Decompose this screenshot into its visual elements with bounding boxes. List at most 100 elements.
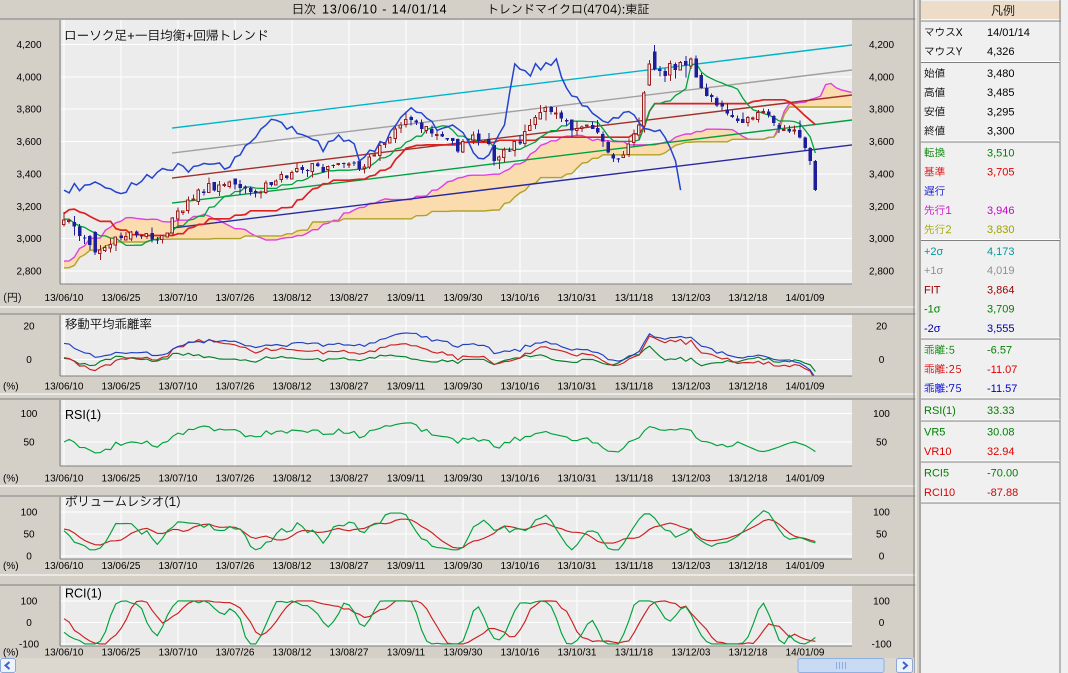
svg-text:100: 100 xyxy=(21,409,38,420)
svg-text:100: 100 xyxy=(873,508,890,519)
svg-text:13/07/26: 13/07/26 xyxy=(216,293,255,304)
svg-text:13/07/26: 13/07/26 xyxy=(216,561,255,572)
svg-text:13/08/27: 13/08/27 xyxy=(330,474,369,485)
svg-text:-11.57: -11.57 xyxy=(987,383,1017,395)
svg-text:13/10/16: 13/10/16 xyxy=(501,293,540,304)
svg-text:13/10/31: 13/10/31 xyxy=(558,474,597,485)
svg-text:FIT: FIT xyxy=(924,284,941,296)
svg-text:3,400: 3,400 xyxy=(869,169,894,180)
svg-text:4,000: 4,000 xyxy=(16,72,41,83)
svg-text:+2σ: +2σ xyxy=(924,246,944,258)
svg-text:13/11/18: 13/11/18 xyxy=(615,293,654,304)
svg-text:3,510: 3,510 xyxy=(987,147,1015,159)
svg-text:13/08/27: 13/08/27 xyxy=(330,648,369,659)
svg-text:13/07/10: 13/07/10 xyxy=(159,561,198,572)
svg-text:13/09/11: 13/09/11 xyxy=(387,648,426,659)
svg-text:33.33: 33.33 xyxy=(987,405,1015,417)
svg-text:3,709: 3,709 xyxy=(987,304,1015,316)
svg-text:13/10/31: 13/10/31 xyxy=(558,561,597,572)
svg-text:0: 0 xyxy=(26,618,32,629)
svg-text:13/07/10: 13/07/10 xyxy=(159,648,198,659)
svg-text:3,864: 3,864 xyxy=(987,284,1015,296)
svg-text:50: 50 xyxy=(23,437,35,448)
svg-text:RCI5: RCI5 xyxy=(924,468,949,480)
svg-text:13/09/30: 13/09/30 xyxy=(444,474,483,485)
svg-text:13/07/26: 13/07/26 xyxy=(216,648,255,659)
svg-text:14/01/14: 14/01/14 xyxy=(987,27,1030,39)
svg-text:0: 0 xyxy=(26,355,32,366)
svg-text:13/08/12: 13/08/12 xyxy=(273,293,312,304)
svg-text:13/11/18: 13/11/18 xyxy=(615,382,654,393)
svg-text:3,000: 3,000 xyxy=(869,234,894,245)
svg-text:13/09/30: 13/09/30 xyxy=(444,293,483,304)
svg-text:13/07/10: 13/07/10 xyxy=(159,293,198,304)
svg-text:13/10/16: 13/10/16 xyxy=(501,648,540,659)
svg-text:13/06/25: 13/06/25 xyxy=(102,561,141,572)
svg-text:14/01/09: 14/01/09 xyxy=(786,474,825,485)
svg-text:3,400: 3,400 xyxy=(16,169,41,180)
svg-text:13/10/31: 13/10/31 xyxy=(558,293,597,304)
svg-text:13/11/18: 13/11/18 xyxy=(615,648,654,659)
svg-text:4,200: 4,200 xyxy=(16,40,41,51)
svg-text:13/09/11: 13/09/11 xyxy=(387,382,426,393)
svg-text:VR5: VR5 xyxy=(924,427,945,439)
svg-text:20: 20 xyxy=(23,322,35,333)
svg-text:100: 100 xyxy=(21,508,38,519)
svg-text:30.08: 30.08 xyxy=(987,427,1015,439)
svg-text:100: 100 xyxy=(873,596,890,607)
svg-text:3,295: 3,295 xyxy=(987,106,1015,118)
svg-text:50: 50 xyxy=(23,530,35,541)
svg-text:13/12/03: 13/12/03 xyxy=(672,561,711,572)
svg-text:13/06/25: 13/06/25 xyxy=(102,382,141,393)
svg-text:3,300: 3,300 xyxy=(987,126,1015,138)
svg-text:4,200: 4,200 xyxy=(869,40,894,51)
svg-text:13/08/12: 13/08/12 xyxy=(273,382,312,393)
svg-text:13/09/30: 13/09/30 xyxy=(444,561,483,572)
svg-text:3,830: 3,830 xyxy=(987,224,1015,236)
svg-text:13/08/27: 13/08/27 xyxy=(330,382,369,393)
svg-text:3,600: 3,600 xyxy=(869,137,894,148)
svg-text:4,173: 4,173 xyxy=(987,246,1015,258)
svg-text:13/12/03: 13/12/03 xyxy=(672,648,711,659)
svg-text:3,200: 3,200 xyxy=(869,202,894,213)
svg-text:13/12/03: 13/12/03 xyxy=(672,474,711,485)
svg-text:13/12/03: 13/12/03 xyxy=(672,293,711,304)
svg-text:13/07/26: 13/07/26 xyxy=(216,382,255,393)
svg-text:14/01/09: 14/01/09 xyxy=(786,382,825,393)
svg-text:13/09/11: 13/09/11 xyxy=(387,474,426,485)
svg-text:3,200: 3,200 xyxy=(16,202,41,213)
svg-text:100: 100 xyxy=(21,596,38,607)
svg-text:13/12/18: 13/12/18 xyxy=(729,382,768,393)
svg-text:13/09/11: 13/09/11 xyxy=(387,293,426,304)
svg-text:3,705: 3,705 xyxy=(987,167,1015,179)
svg-text:RCI(1): RCI(1) xyxy=(65,587,102,601)
svg-text:13/12/18: 13/12/18 xyxy=(729,293,768,304)
svg-text:0: 0 xyxy=(879,618,885,629)
svg-text:-100: -100 xyxy=(19,639,39,650)
svg-text:3,800: 3,800 xyxy=(16,105,41,116)
svg-text:-70.00: -70.00 xyxy=(987,468,1018,480)
svg-text:0: 0 xyxy=(26,552,32,563)
svg-text:2,800: 2,800 xyxy=(869,267,894,278)
svg-text:3,485: 3,485 xyxy=(987,87,1015,99)
svg-text:13/12/18: 13/12/18 xyxy=(729,474,768,485)
svg-text:0: 0 xyxy=(879,552,885,563)
svg-text:100: 100 xyxy=(873,409,890,420)
svg-text:13/06/25: 13/06/25 xyxy=(102,648,141,659)
svg-text:50: 50 xyxy=(876,437,888,448)
svg-text:-2σ: -2σ xyxy=(924,323,941,335)
svg-text:3,480: 3,480 xyxy=(987,68,1015,80)
svg-text:13/08/12: 13/08/12 xyxy=(273,474,312,485)
svg-text:-1σ: -1σ xyxy=(924,304,941,316)
svg-text:13/12/03: 13/12/03 xyxy=(672,382,711,393)
svg-text:13/06/10: 13/06/10 xyxy=(45,474,84,485)
svg-text:13/06/10: 13/06/10 xyxy=(45,561,84,572)
svg-text:RCI10: RCI10 xyxy=(924,487,955,499)
svg-text:13/08/12: 13/08/12 xyxy=(273,648,312,659)
svg-text:13/11/18: 13/11/18 xyxy=(615,561,654,572)
svg-text:13/08/27: 13/08/27 xyxy=(330,561,369,572)
svg-text:(%): (%) xyxy=(3,382,19,393)
svg-text:13/06/10: 13/06/10 xyxy=(45,293,84,304)
svg-text:2,800: 2,800 xyxy=(16,267,41,278)
svg-text:13/06/10 - 14/01/14: 13/06/10 - 14/01/14 xyxy=(322,3,448,17)
